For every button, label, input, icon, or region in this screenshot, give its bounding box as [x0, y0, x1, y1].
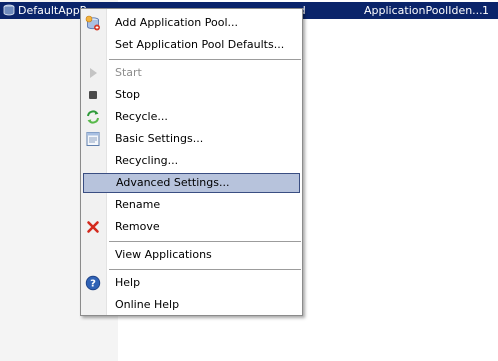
menu-separator — [109, 241, 301, 242]
context-menu: Add Application Pool... Set Application … — [80, 8, 303, 316]
menu-item-label: Start — [115, 66, 142, 79]
menu-item-recycle[interactable]: Recycle... — [81, 106, 302, 128]
remove-icon — [87, 221, 99, 233]
menu-item-view-applications[interactable]: View Applications — [81, 244, 302, 266]
stop-icon — [89, 91, 97, 99]
menu-item-label: Stop — [115, 88, 141, 101]
menu-item-label: Recycle... — [115, 110, 168, 123]
help-icon: ? — [85, 275, 101, 291]
menu-item-help[interactable]: ? Help — [81, 272, 302, 294]
svg-text:?: ? — [90, 279, 96, 290]
menu-item-basic-settings[interactable]: Basic Settings... — [81, 128, 302, 150]
menu-item-label: Add Application Pool... — [115, 16, 238, 29]
menu-separator — [109, 59, 301, 60]
menu-item-label: Basic Settings... — [115, 132, 204, 145]
menu-item-label: Rename — [115, 198, 161, 211]
menu-item-recycling[interactable]: Recycling... — [81, 150, 302, 172]
basic-settings-icon — [86, 132, 100, 146]
menu-item-label: Online Help — [115, 298, 180, 311]
menu-item-set-application-pool-defaults[interactable]: Set Application Pool Defaults... — [81, 34, 302, 56]
app-pool-app-count: 1 — [482, 4, 489, 17]
menu-item-rename[interactable]: Rename — [81, 194, 302, 216]
app-pool-icon — [3, 4, 15, 16]
app-pool-identity: ApplicationPoolIden... — [364, 4, 483, 17]
menu-item-label: Set Application Pool Defaults... — [115, 38, 285, 51]
menu-item-label: Advanced Settings... — [116, 176, 230, 189]
menu-item-start[interactable]: Start — [81, 62, 302, 84]
menu-separator — [109, 269, 301, 270]
menu-item-advanced-settings[interactable]: Advanced Settings... — [83, 173, 300, 193]
start-icon — [90, 68, 97, 78]
menu-item-label: Help — [115, 276, 141, 289]
recycle-icon — [87, 110, 99, 124]
menu-item-label: View Applications — [115, 248, 212, 261]
menu-item-label: Recycling... — [115, 154, 179, 167]
menu-item-remove[interactable]: Remove — [81, 216, 302, 238]
menu-item-stop[interactable]: Stop — [81, 84, 302, 106]
add-app-pool-icon — [85, 15, 100, 31]
menu-item-add-application-pool[interactable]: Add Application Pool... — [81, 12, 302, 34]
menu-item-online-help[interactable]: Online Help — [81, 294, 302, 316]
menu-item-label: Remove — [115, 220, 160, 233]
